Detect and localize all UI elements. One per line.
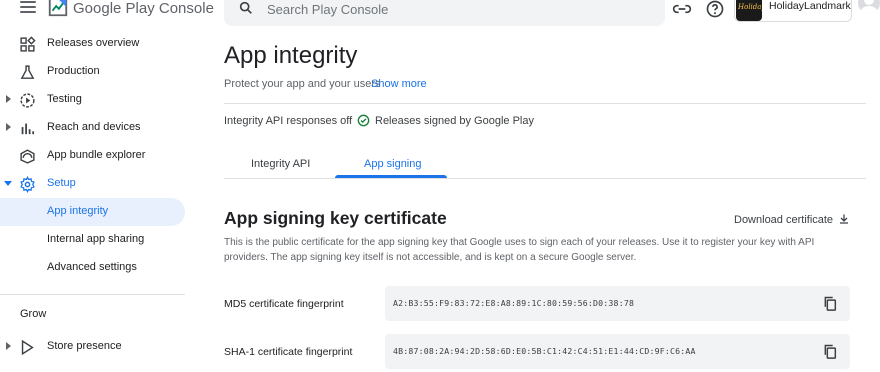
sidebar-item-testing[interactable]: Testing xyxy=(0,86,185,114)
bar-chart-icon xyxy=(21,123,35,135)
download-icon[interactable] xyxy=(838,213,850,225)
search-icon xyxy=(239,1,252,14)
avatar[interactable] xyxy=(858,0,880,14)
md5-value: A2:B3:55:F9:83:72:E8:A8:89:1C:80:59:56:D… xyxy=(393,298,635,308)
sidebar-item-label: Setup xyxy=(47,177,76,189)
sha1-fingerprint-field: 4B:87:08:2A:94:2D:58:6D:E0:5B:C1:42:C4:5… xyxy=(385,334,850,369)
gear-icon xyxy=(20,176,35,193)
sidebar-item-label: Reach and devices xyxy=(47,121,141,133)
sidebar-item-label: Testing xyxy=(47,93,82,105)
tab-integrity-api[interactable]: Integrity API xyxy=(251,158,310,170)
sidebar-item-store-presence[interactable]: Store presence xyxy=(0,333,185,361)
play-circle-icon xyxy=(20,93,35,108)
show-more-link[interactable]: Show more xyxy=(371,78,427,90)
chevron-right-icon[interactable] xyxy=(6,95,11,103)
flask-icon xyxy=(20,65,35,79)
tabs-divider xyxy=(224,178,866,179)
copy-icon[interactable] xyxy=(822,295,838,312)
status-integrity-api: Integrity API responses off xyxy=(224,115,353,127)
account-logo: Holiday xyxy=(736,0,762,21)
link-icon[interactable] xyxy=(672,0,692,19)
check-circle-icon xyxy=(357,114,370,127)
download-certificate-button[interactable]: Download certificate xyxy=(734,214,833,226)
help-icon[interactable] xyxy=(705,0,725,19)
tab-app-signing[interactable]: App signing xyxy=(364,158,422,170)
chevron-down-icon[interactable] xyxy=(4,181,12,186)
sidebar-item-label: Advanced settings xyxy=(47,261,137,273)
page-title: App integrity xyxy=(224,42,358,69)
search-input[interactable]: Search Play Console xyxy=(224,0,665,26)
sidebar-divider xyxy=(0,294,185,295)
section-description: This is the public certificate for the a… xyxy=(224,237,815,263)
page-subtitle: Protect your app and your users xyxy=(224,78,381,90)
sidebar-item-advanced-settings[interactable]: Advanced settings xyxy=(0,254,185,282)
sidebar-item-production[interactable]: Production xyxy=(0,58,185,86)
sidebar-item-label: Internal app sharing xyxy=(47,233,145,245)
sidebar-item-label: Releases overview xyxy=(47,37,140,49)
brand-name: Google Play Console xyxy=(73,0,214,17)
chevron-right-icon[interactable] xyxy=(6,123,11,131)
account-switcher[interactable]: Holiday HolidayLandmark xyxy=(734,0,852,22)
account-logo-text: Holiday xyxy=(738,3,762,11)
copy-icon[interactable] xyxy=(822,343,838,360)
sha1-label: SHA-1 certificate fingerprint xyxy=(224,346,353,358)
sha1-value: 4B:87:08:2A:94:2D:58:6D:E0:5B:C1:42:C4:5… xyxy=(393,346,696,356)
bundle-icon xyxy=(20,149,35,164)
sidebar-item-app-integrity[interactable]: App integrity xyxy=(0,198,185,226)
play-console-logo-icon xyxy=(48,0,68,17)
store-presence-icon xyxy=(21,339,34,356)
sidebar-item-releases-overview[interactable]: Releases overview xyxy=(0,30,185,58)
search-placeholder: Search Play Console xyxy=(267,2,389,17)
dashboard-icon xyxy=(20,36,36,52)
md5-fingerprint-field: A2:B3:55:F9:83:72:E8:A8:89:1C:80:59:56:D… xyxy=(385,286,850,321)
sidebar-item-app-bundle-explorer[interactable]: App bundle explorer xyxy=(0,142,185,170)
sidebar-item-reach-and-devices[interactable]: Reach and devices xyxy=(0,114,185,142)
top-bar: Google Play Console Search Play Console … xyxy=(0,0,880,26)
divider xyxy=(224,103,866,104)
section-title: App signing key certificate xyxy=(224,208,447,228)
sidebar-item-label: App integrity xyxy=(47,205,109,217)
sidebar-item-setup[interactable]: Setup xyxy=(0,170,185,198)
sidebar-item-label: App bundle explorer xyxy=(47,149,146,161)
status-releases-signed: Releases signed by Google Play xyxy=(375,115,534,127)
sidebar-item-label: Store presence xyxy=(47,340,122,352)
md5-label: MD5 certificate fingerprint xyxy=(224,298,344,310)
menu-icon[interactable] xyxy=(20,1,36,15)
status-separator: · xyxy=(348,115,352,127)
chevron-right-icon[interactable] xyxy=(6,342,11,350)
account-name: HolidayLandmark xyxy=(769,0,851,12)
sidebar-item-label: Production xyxy=(47,65,100,77)
sidebar-section-grow: Grow xyxy=(20,308,47,320)
sidebar-item-internal-app-sharing[interactable]: Internal app sharing xyxy=(0,226,185,254)
